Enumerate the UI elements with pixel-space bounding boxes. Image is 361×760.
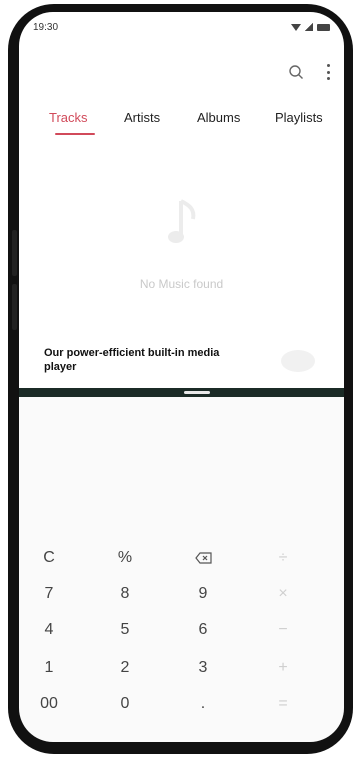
volume-up-button[interactable] [12, 230, 17, 276]
promo-caption: Our power-efficient built-in media playe… [44, 347, 220, 373]
decorative-shape [281, 350, 315, 372]
empty-state-text: No Music found [139, 277, 224, 291]
key-double-zero[interactable]: 00 [29, 689, 69, 719]
empty-state: No Music found [19, 197, 344, 297]
search-icon[interactable] [288, 64, 304, 80]
music-note-icon [168, 199, 196, 243]
signal-icon [305, 23, 313, 31]
key-1[interactable]: 1 [29, 653, 69, 683]
key-multiply[interactable]: × [263, 579, 303, 609]
key-equals[interactable]: = [263, 689, 303, 719]
key-divide[interactable]: ÷ [263, 543, 303, 573]
volume-down-button[interactable] [12, 284, 17, 330]
tab-bar: Tracks Artists Albums Playlists [49, 110, 344, 150]
toolbar [288, 64, 330, 80]
tab-tracks[interactable]: Tracks [49, 110, 88, 125]
drag-handle[interactable] [184, 391, 210, 394]
key-2[interactable]: 2 [105, 653, 145, 683]
tab-playlists[interactable]: Playlists [275, 110, 323, 125]
status-icons [291, 23, 330, 31]
key-decimal[interactable]: . [183, 689, 223, 719]
tab-artists[interactable]: Artists [124, 110, 160, 125]
status-bar: 19:30 [33, 22, 330, 36]
key-5[interactable]: 5 [105, 615, 145, 645]
key-9[interactable]: 9 [183, 579, 223, 609]
key-7[interactable]: 7 [29, 579, 69, 609]
key-clear[interactable]: C [29, 543, 69, 573]
bottom-screen: C% ÷ 7 8 9 × 4 5 6−1 2 3 +00 0. = [19, 397, 344, 742]
key-6[interactable]: 6 [183, 615, 223, 645]
tab-albums[interactable]: Albums [197, 110, 240, 125]
key-0[interactable]: 0 [105, 689, 145, 719]
key-8[interactable]: 8 [105, 579, 145, 609]
key-backspace[interactable] [183, 543, 223, 573]
status-time: 19:30 [33, 22, 59, 33]
fold-hinge [19, 388, 344, 397]
active-tab-indicator [55, 133, 95, 135]
key-4[interactable]: 4 [29, 615, 69, 645]
backspace-icon [194, 552, 212, 564]
key-minus[interactable]: − [263, 615, 303, 645]
wifi-icon [291, 23, 301, 31]
more-vertical-icon[interactable] [326, 64, 330, 80]
key-plus[interactable]: + [263, 653, 303, 683]
battery-icon [317, 23, 330, 31]
key-3[interactable]: 3 [183, 653, 223, 683]
key-percent[interactable]: % [105, 543, 145, 573]
top-screen: 19:30 Tracks Artists Albums Playlists No… [19, 12, 344, 392]
